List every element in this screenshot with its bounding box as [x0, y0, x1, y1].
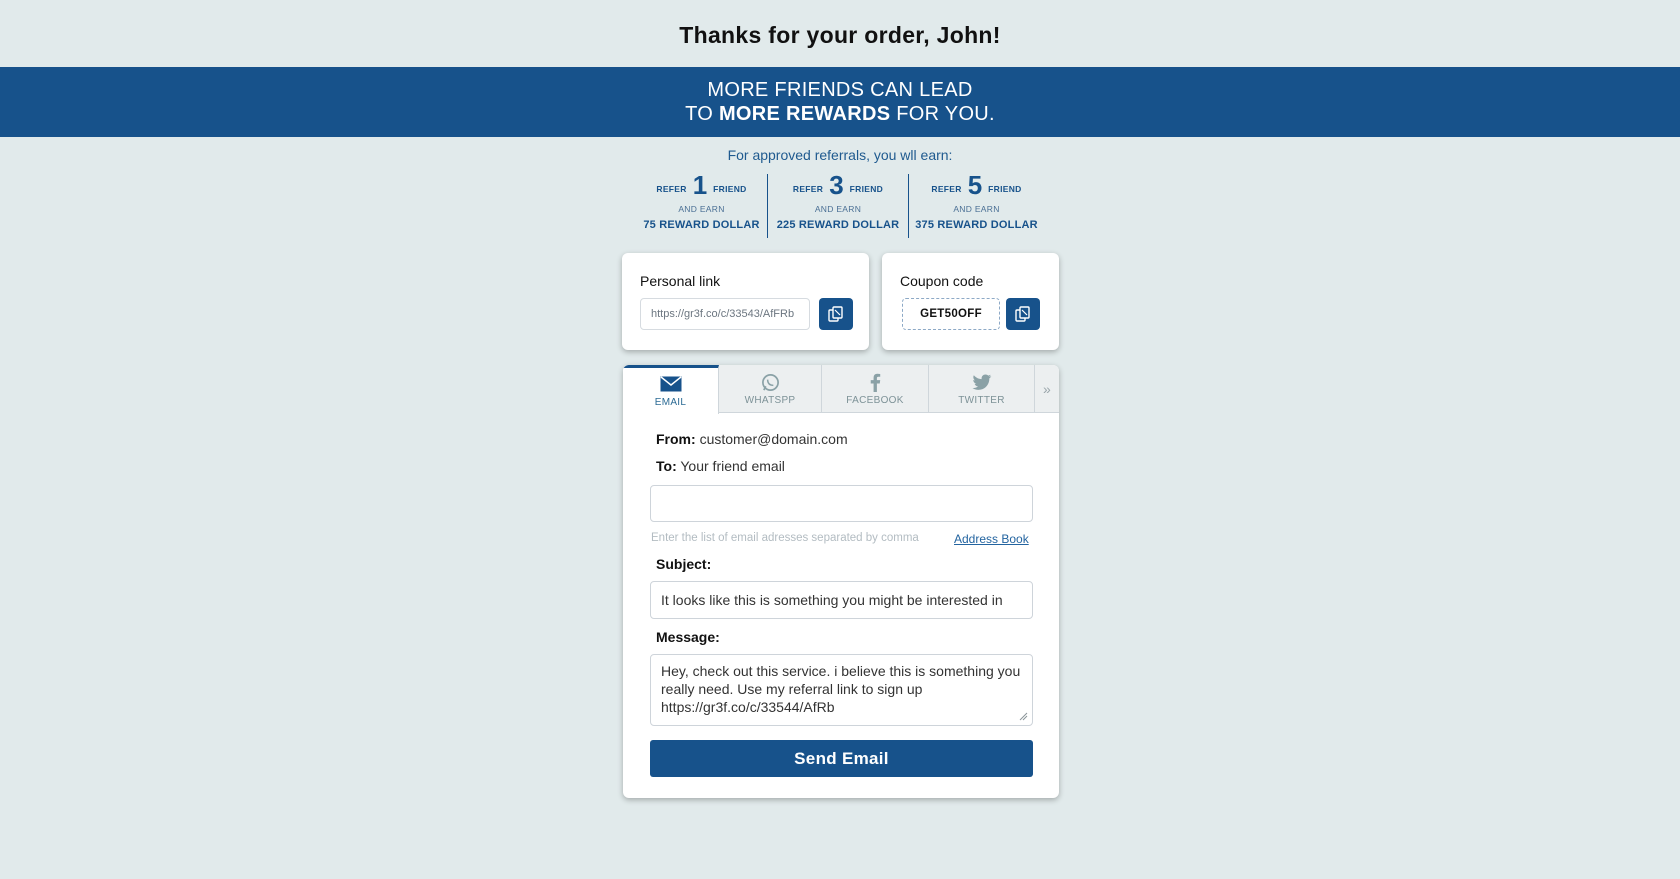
- reward-tier-5: REFER 5 FRIEND AND EARN 375 REWARD DOLLA…: [908, 170, 1044, 238]
- banner-line-2-suffix: FOR YOU.: [890, 103, 995, 125]
- tab-label: TWITTER: [958, 395, 1005, 406]
- tier-refer: REFER: [656, 184, 687, 194]
- envelope-icon: [660, 376, 681, 392]
- tier-refer: REFER: [792, 184, 824, 194]
- tab-twitter[interactable]: TWITTER: [929, 365, 1035, 413]
- subject-row: Subject:: [656, 556, 711, 572]
- facebook-icon: [870, 373, 881, 392]
- copy-icon: [828, 306, 843, 322]
- banner-line-2: TO MORE REWARDS FOR YOU.: [0, 102, 1680, 126]
- earn-note: For approved referrals, you wll earn:: [727, 147, 953, 163]
- page-title: Thanks for your order, John!: [679, 22, 1001, 48]
- reward-tier-3: REFER 3 FRIEND AND EARN 225 REWARD DOLLA…: [767, 170, 908, 238]
- personal-link-label: Personal link: [640, 273, 721, 289]
- to-label: To:: [656, 458, 677, 474]
- tab-label: EMAIL: [654, 397, 687, 408]
- tier-friend: FRIEND: [988, 184, 1022, 194]
- to-row: To: Your friend email: [656, 458, 785, 474]
- tab-label: WHATSPP: [744, 395, 796, 406]
- copy-coupon-button[interactable]: [1006, 298, 1040, 330]
- tab-facebook[interactable]: FACEBOOK: [822, 365, 929, 413]
- tabs-more-button[interactable]: »: [1035, 365, 1059, 413]
- to-email-input[interactable]: [650, 485, 1033, 522]
- resize-grip-icon[interactable]: [1019, 712, 1028, 721]
- tier-friend: FRIEND: [849, 184, 884, 194]
- tier-and-earn: AND EARN: [814, 204, 862, 214]
- tier-and-earn: AND EARN: [953, 204, 1000, 214]
- tier-count: 3: [829, 170, 844, 200]
- tab-whatsapp[interactable]: WHATSPP: [719, 365, 822, 413]
- message-text: Hey, check out this service. i believe t…: [661, 663, 1021, 715]
- banner-line-2-prefix: TO: [685, 103, 719, 125]
- twitter-icon: [972, 374, 991, 390]
- personal-link-field[interactable]: https://gr3f.co/c/33543/AfFRb: [640, 298, 810, 330]
- copy-icon: [1015, 306, 1030, 322]
- tier-refer: REFER: [931, 184, 962, 194]
- to-value: Your friend email: [680, 458, 785, 474]
- copy-link-button[interactable]: [819, 298, 853, 330]
- tab-label: FACEBOOK: [846, 395, 904, 406]
- address-book-link[interactable]: Address Book: [954, 532, 1029, 546]
- reward-tier-1: REFER 1 FRIEND AND EARN 75 REWARD DOLLAR: [636, 170, 767, 238]
- tier-reward: 75 REWARD DOLLAR: [643, 219, 760, 231]
- tier-friend: FRIEND: [713, 184, 747, 194]
- tier-reward: 225 REWARD DOLLAR: [776, 219, 900, 231]
- from-label: From:: [656, 431, 696, 447]
- banner-line-2-bold: MORE REWARDS: [718, 103, 891, 125]
- whatsapp-icon: [761, 373, 779, 391]
- chevron-double-right-icon: »: [1042, 381, 1052, 397]
- share-tabs: EMAIL WHATSPP FACEBOOK TWITTER »: [623, 365, 1059, 414]
- subject-input[interactable]: It looks like this is something you migh…: [650, 581, 1033, 619]
- banner-line-1: MORE FRIENDS CAN LEAD: [707, 79, 973, 101]
- message-row: Message:: [656, 629, 720, 645]
- message-label: Message:: [656, 629, 720, 645]
- tier-and-earn: AND EARN: [678, 204, 725, 214]
- coupon-card: Coupon code GET50OFF: [882, 253, 1059, 350]
- send-email-button[interactable]: Send Email: [650, 740, 1033, 777]
- coupon-label: Coupon code: [900, 273, 984, 289]
- tier-count: 1: [692, 170, 708, 200]
- email-hint: Enter the list of email adresses separat…: [651, 532, 919, 544]
- personal-link-card: Personal link https://gr3f.co/c/33543/Af…: [622, 253, 869, 350]
- reward-tiers: REFER 1 FRIEND AND EARN 75 REWARD DOLLAR…: [636, 170, 1044, 238]
- subject-label: Subject:: [656, 556, 712, 572]
- share-card: EMAIL WHATSPP FACEBOOK TWITTER » From: c…: [623, 365, 1059, 798]
- from-row: From: customer@domain.com: [656, 431, 848, 447]
- rewards-banner: MORE FRIENDS CAN LEAD TO MORE REWARDS FO…: [0, 67, 1680, 137]
- from-value: customer@domain.com: [699, 431, 848, 447]
- message-textarea[interactable]: Hey, check out this service. i believe t…: [650, 654, 1033, 726]
- tab-email[interactable]: EMAIL: [623, 365, 719, 414]
- tier-count: 5: [967, 170, 983, 200]
- coupon-code[interactable]: GET50OFF: [902, 298, 1000, 330]
- tier-reward: 375 REWARD DOLLAR: [915, 219, 1038, 231]
